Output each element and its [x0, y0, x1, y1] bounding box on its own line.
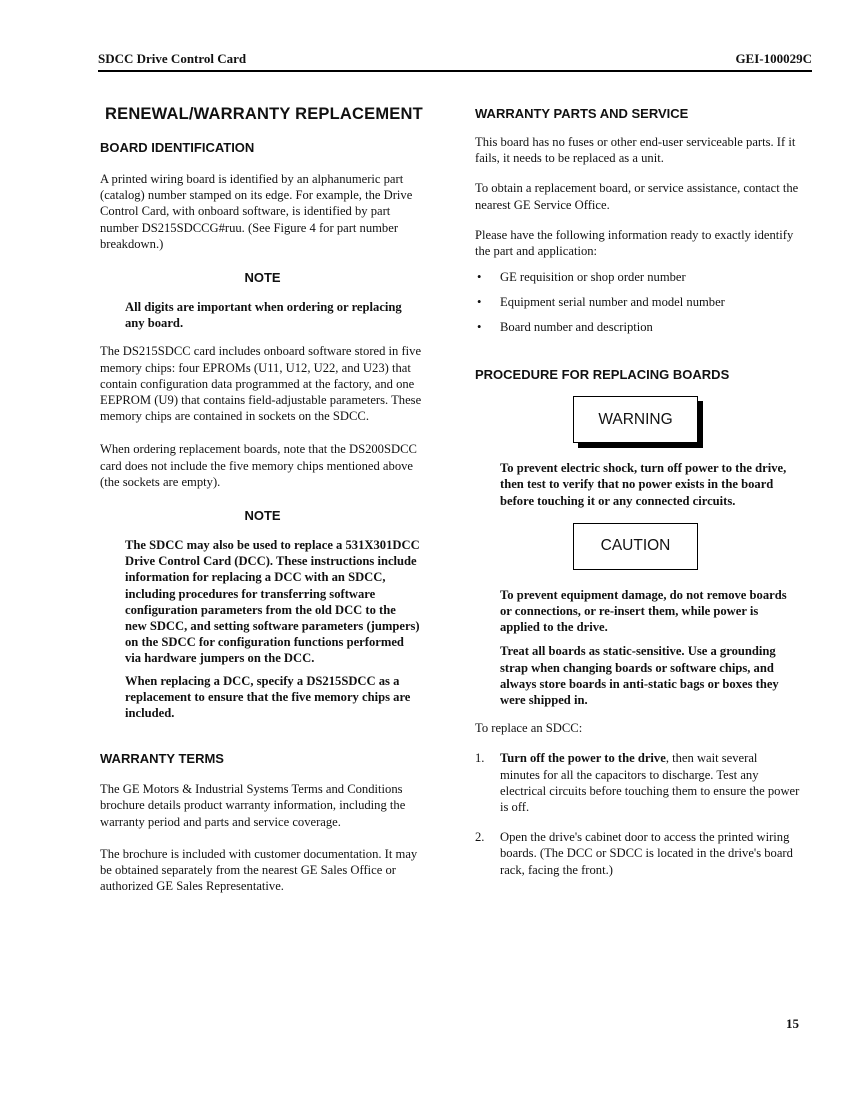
board-identification-paragraph: A printed wiring board is identified by … [100, 172, 413, 251]
note-text-dcc: The SDCC may also be used to replace a 5… [125, 538, 420, 666]
information-list: • GE requisition or shop order number • … [475, 269, 800, 335]
note-text: All digits are important when ordering o… [125, 300, 402, 331]
subheading-procedure: PROCEDURE FOR REPLACING BOARDS [475, 367, 730, 383]
step-number: 2. [475, 830, 485, 845]
running-header: SDCC Drive Control Card GEI-100029C [98, 50, 812, 72]
bullet-icon: • [477, 270, 482, 285]
bullet-icon: • [477, 320, 482, 335]
caution-label: CAUTION [600, 537, 671, 555]
warranty-terms-paragraph: The GE Motors & Industrial Systems Terms… [100, 782, 406, 829]
caution-label-box: CAUTION [573, 522, 698, 570]
procedure-step: 2. Open the drive's cabinet door to acce… [475, 830, 793, 877]
warranty-parts-paragraph: This board has no fuses or other end-use… [475, 135, 796, 166]
caution-text: To prevent equipment damage, do not remo… [500, 587, 787, 635]
document-page: SDCC Drive Control Card GEI-100029C RENE… [0, 0, 850, 1100]
page-number: 15 [786, 1016, 799, 1031]
header-doc-number: GEI-100029C [735, 51, 812, 66]
bullet-icon: • [477, 295, 482, 310]
warning-label: WARNING [598, 410, 673, 428]
procedure-step: 1. Turn off the power to the drive, then… [475, 751, 800, 815]
information-intro-paragraph: Please have the following information re… [475, 227, 794, 259]
static-caution-text: Treat all boards as static-sensitive. Us… [500, 644, 779, 708]
note-title: NOTE [244, 508, 281, 524]
ordering-paragraph: When ordering replacement boards, note t… [100, 442, 417, 489]
warning-text: To prevent electric shock, turn off powe… [500, 461, 787, 508]
header-title: SDCC Drive Control Card [98, 51, 247, 66]
software-paragraph: The DS215SDCC card includes onboard soft… [100, 344, 422, 424]
subheading-warranty-terms: WARRANTY TERMS [100, 751, 224, 767]
right-column: WARRANTY PARTS AND SERVICE This board ha… [475, 100, 800, 892]
procedure-intro: To replace an SDCC: [475, 721, 583, 736]
section-heading-renewal: RENEWAL/WARRANTY REPLACEMENT [105, 105, 423, 123]
replacement-contact-paragraph: To obtain a replacement board, or servic… [475, 181, 799, 212]
note-title: NOTE [244, 270, 281, 286]
list-item: • GE requisition or shop order number [477, 270, 686, 285]
note-text-specify: When replacing a DCC, specify a DS215SDC… [125, 673, 411, 721]
step-number: 1. [475, 751, 485, 766]
subheading-warranty-parts: WARRANTY PARTS AND SERVICE [475, 106, 689, 121]
warning-label-box: WARNING [573, 396, 698, 444]
left-column: RENEWAL/WARRANTY REPLACEMENT BOARD IDENT… [100, 100, 425, 895]
subheading-board-identification: BOARD IDENTIFICATION [100, 140, 255, 155]
list-item: • Board number and description [477, 320, 653, 335]
procedure-steps: 1. Turn off the power to the drive, then… [475, 750, 800, 877]
list-item: • Equipment serial number and model numb… [477, 295, 725, 310]
brochure-paragraph: The brochure is included with customer d… [100, 846, 418, 894]
